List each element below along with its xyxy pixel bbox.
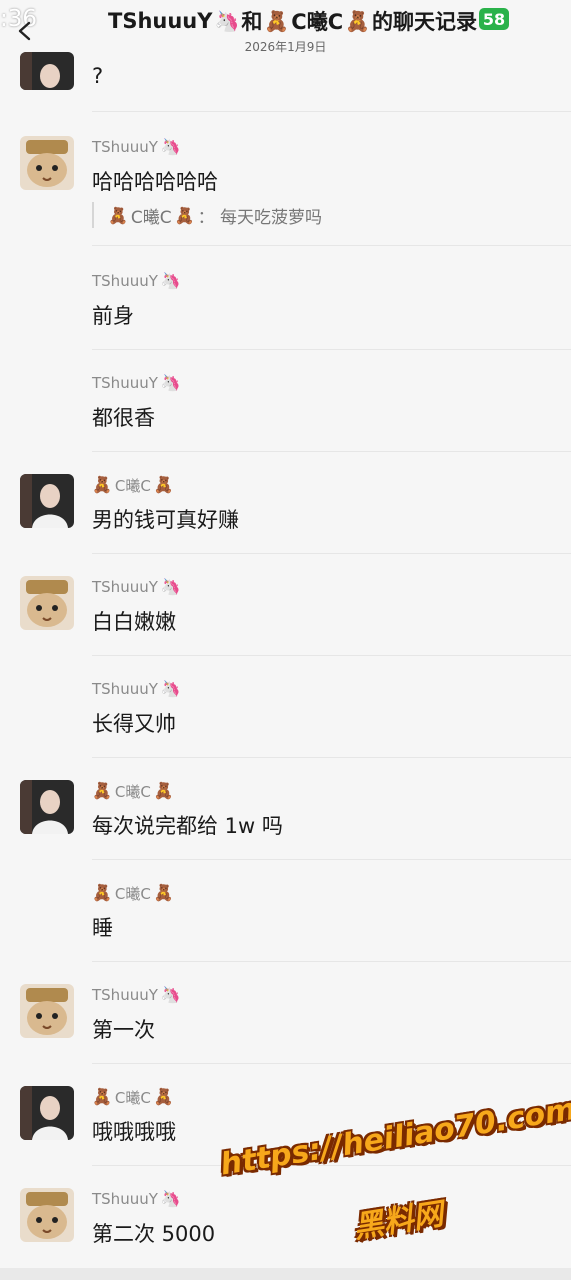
teddy-bear-icon: 🧸 [345,9,371,33]
list-item[interactable]: ? [0,40,571,112]
avatar[interactable] [20,780,74,834]
teddy-bear-icon: 🧸 [153,1087,174,1106]
teddy-bear-icon: 🧸 [174,205,195,225]
sender-name: 🧸 C曦C 🧸 [92,781,174,801]
message-text: 睡 [92,916,113,940]
teddy-bear-icon: 🧸 [92,781,112,800]
title-tail: 的聊天记录 [372,10,478,34]
message-text: 男的钱可真好赚 [92,508,239,532]
avatar[interactable] [20,1086,74,1140]
sender-name: 🧸 C曦C 🧸 [92,883,174,903]
sender-name: 🧸 C曦C 🧸 [92,1087,174,1107]
message-text: 都很香 [92,406,155,430]
list-item[interactable]: TShuuuY 🦄 长得又帅 [0,678,571,758]
teddy-bear-icon: 🧸 [264,9,290,33]
avatar[interactable] [20,136,74,190]
sender-name: TShuuuY 🦄 [92,577,181,596]
teddy-bear-icon: 🧸 [92,475,112,494]
unicorn-icon: 🦄 [160,137,181,156]
list-item[interactable]: TShuuuY 🦄 哈哈哈哈哈哈 🧸 C曦C 🧸 ： 每天吃菠萝吗 [0,136,571,246]
teddy-bear-icon: 🧸 [153,781,174,800]
title-name-b: C曦C [291,10,344,34]
quoted-message[interactable]: 🧸 C曦C 🧸 ： 每天吃菠萝吗 [92,202,322,228]
message-text: 长得又帅 [92,712,176,736]
unicorn-icon: 🦄 [160,577,181,596]
list-item[interactable]: TShuuuY 🦄 第二次 5000 [0,1188,571,1268]
list-item[interactable]: TShuuuY 🦄 白白嫩嫩 [0,576,571,656]
message-text: 哈哈哈哈哈哈 [92,170,218,194]
teddy-bear-icon: 🧸 [92,883,112,902]
unicorn-icon: 🦄 [160,373,181,392]
title-and: 和 [241,10,263,34]
title-name-a: TShuuuY [108,9,213,33]
list-item[interactable]: 🧸 C曦C 🧸 每次说完都给 1w 吗 [0,780,571,860]
list-item[interactable]: 🧸 C曦C 🧸 男的钱可真好赚 [0,474,571,554]
sender-name: TShuuuY 🦄 [92,271,181,290]
unicorn-icon: 🦄 [214,9,240,33]
home-indicator-bar [0,1268,571,1280]
battery-badge: 58 [479,8,509,30]
message-text: ? [92,64,104,88]
avatar[interactable] [20,474,74,528]
sender-name: TShuuuY 🦄 [92,1189,181,1208]
message-text: 第二次 5000 [92,1222,216,1246]
sender-name: TShuuuY 🦄 [92,679,181,698]
avatar[interactable] [20,52,74,90]
unicorn-icon: 🦄 [160,271,181,290]
list-item[interactable]: TShuuuY 🦄 前身 [0,270,571,350]
message-text: 哦哦哦哦 [92,1120,176,1144]
teddy-bear-icon: 🧸 [153,883,174,902]
unicorn-icon: 🦄 [160,679,181,698]
list-item[interactable]: TShuuuY 🦄 第一次 [0,984,571,1064]
sender-name: 🧸 C曦C 🧸 [92,475,174,495]
list-item[interactable]: TShuuuY 🦄 都很香 [0,372,571,452]
quoted-text: ： 每天吃菠萝吗 [197,207,322,228]
list-item[interactable]: 🧸 C曦C 🧸 睡 [0,882,571,962]
unicorn-icon: 🦄 [160,1189,181,1208]
teddy-bear-icon: 🧸 [108,205,128,225]
sender-name: TShuuuY 🦄 [92,137,181,156]
teddy-bear-icon: 🧸 [153,475,174,494]
message-text: 每次说完都给 1w 吗 [92,814,283,838]
quoted-sender: C曦C [130,207,172,228]
message-text: 白白嫩嫩 [92,610,176,634]
avatar[interactable] [20,984,74,1038]
message-text: 第一次 [92,1018,155,1042]
avatar[interactable] [20,576,74,630]
avatar[interactable] [20,1188,74,1242]
sender-name: TShuuuY 🦄 [92,985,181,1004]
teddy-bear-icon: 🧸 [92,1087,112,1106]
message-text: 前身 [92,304,134,328]
sender-name: TShuuuY 🦄 [92,373,181,392]
unicorn-icon: 🦄 [160,985,181,1004]
